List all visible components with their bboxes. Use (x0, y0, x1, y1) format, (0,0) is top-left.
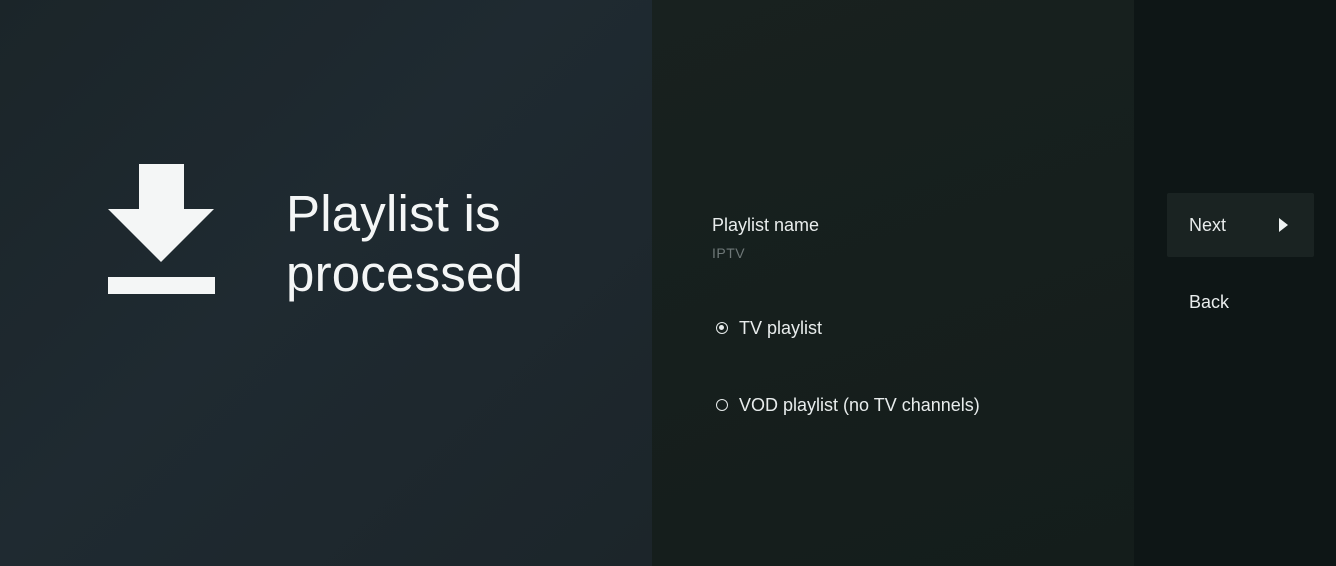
page-title-line-2: processed (286, 245, 524, 302)
back-button[interactable]: Back (1167, 270, 1314, 334)
tv-playlist-label: TV playlist (739, 318, 823, 338)
guidance-panel: Playlist is processed (0, 0, 652, 566)
page-title: Playlist is processed (286, 184, 626, 304)
vod-playlist-option[interactable]: VOD playlist (no TV channels) (716, 394, 980, 416)
playlist-name-label: Playlist name (712, 215, 820, 235)
radio-unchecked-icon[interactable] (716, 399, 728, 411)
download-icon (108, 164, 215, 294)
next-button-label: Next (1189, 214, 1227, 235)
playlist-name-value[interactable]: IPTV (712, 245, 745, 261)
tv-playlist-option[interactable]: TV playlist (716, 317, 822, 339)
radio-checked-icon[interactable] (716, 322, 728, 334)
form-panel (652, 0, 1134, 566)
back-button-label: Back (1189, 291, 1230, 312)
screen: Playlist is processed Playlist name IPTV… (0, 0, 1336, 566)
vod-playlist-label: VOD playlist (no TV channels) (739, 395, 980, 415)
page-title-line-1: Playlist is (286, 185, 501, 242)
next-button[interactable]: Next (1167, 193, 1314, 257)
play-arrow-icon (1279, 218, 1288, 232)
